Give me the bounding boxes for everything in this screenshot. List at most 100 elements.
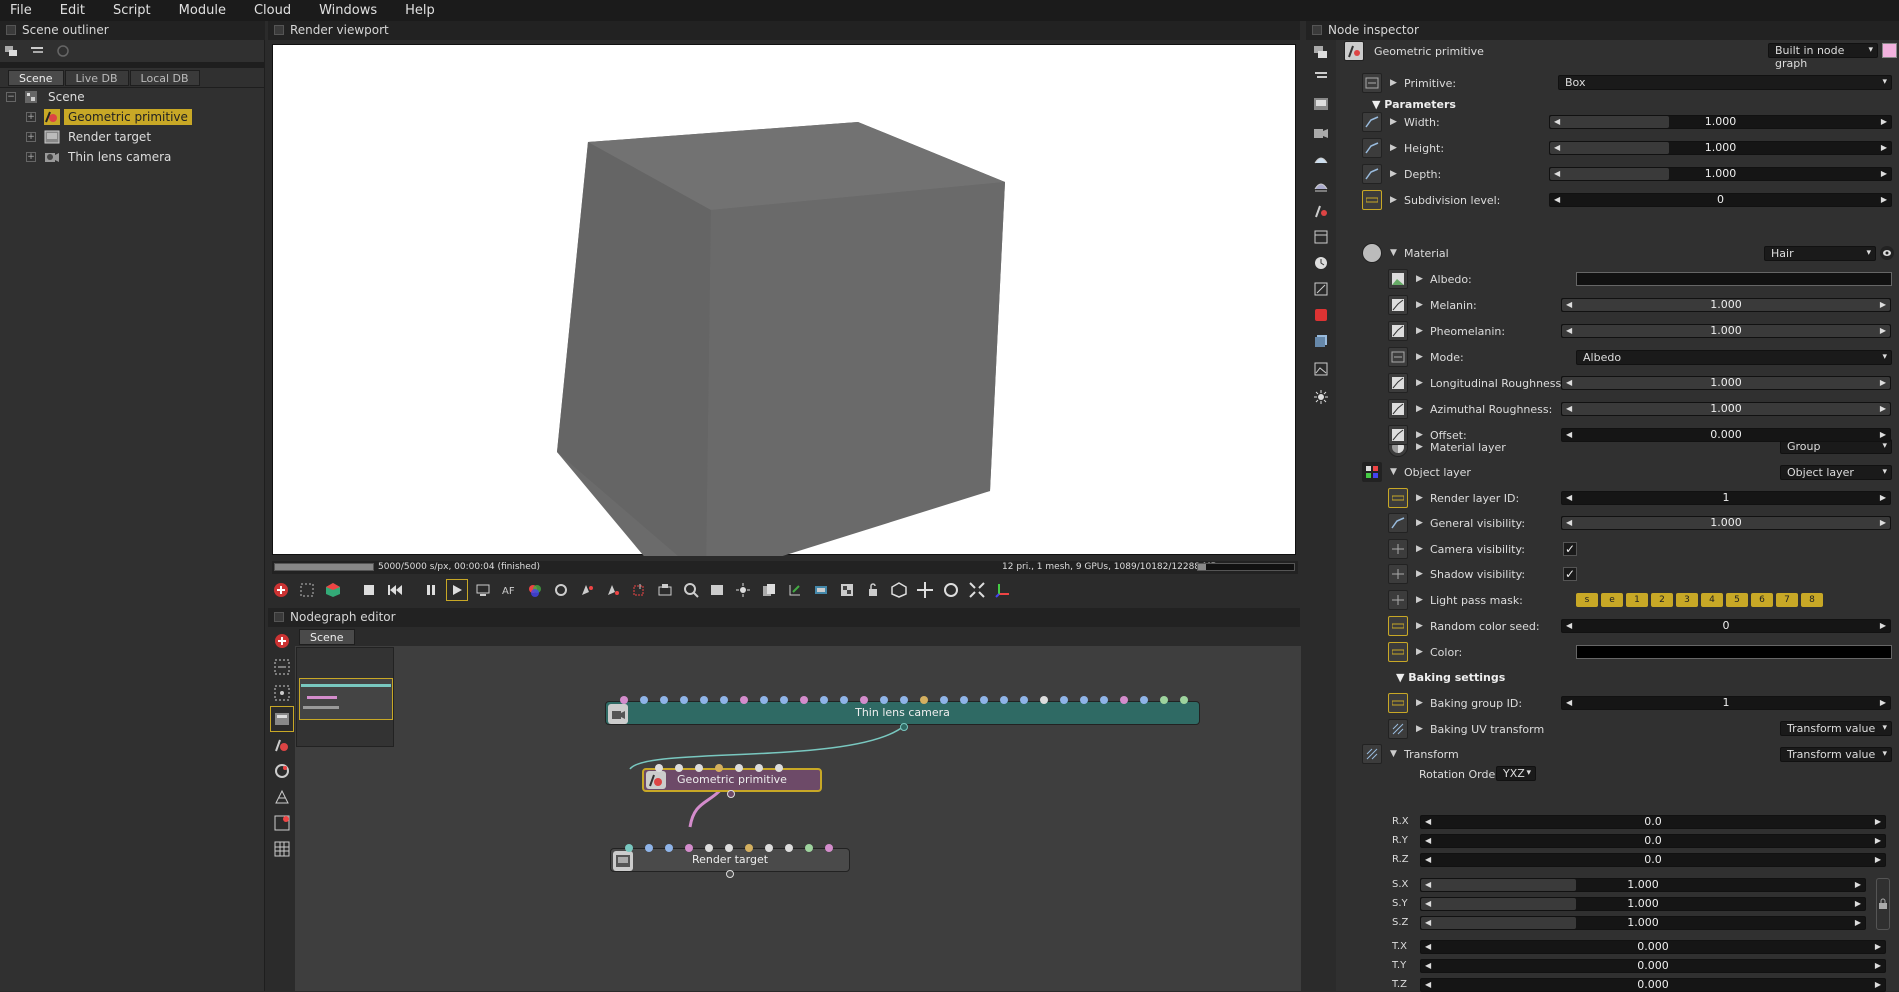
- pause-icon[interactable]: [420, 579, 442, 601]
- input-pin[interactable]: [640, 696, 648, 704]
- input-pin[interactable]: [920, 696, 928, 704]
- tab-live-db[interactable]: Live DB: [64, 70, 129, 86]
- region-render-icon[interactable]: [628, 579, 650, 601]
- input-pin[interactable]: [960, 696, 968, 704]
- zoom-region-icon[interactable]: [680, 579, 702, 601]
- general-visibility-slider[interactable]: ◀ 1.000 ▶: [1561, 516, 1891, 530]
- object-layer-select[interactable]: Object layer: [1780, 465, 1892, 480]
- param-slider[interactable]: ◀ 1.000 ▶: [1549, 141, 1892, 155]
- light-mask-toggle[interactable]: 7: [1776, 593, 1798, 607]
- input-pin[interactable]: [620, 696, 628, 704]
- input-pin[interactable]: [645, 844, 653, 852]
- input-pin[interactable]: [1060, 696, 1068, 704]
- input-pin[interactable]: [980, 696, 988, 704]
- restart-icon[interactable]: [384, 579, 406, 601]
- material-slider[interactable]: ◀ 1.000 ▶: [1561, 298, 1891, 312]
- input-pin[interactable]: [860, 696, 868, 704]
- grid-snap-icon[interactable]: [270, 654, 294, 680]
- geometry-icon[interactable]: [1306, 198, 1336, 224]
- camera-icon[interactable]: [1306, 120, 1336, 146]
- material-type-select[interactable]: Hair: [1764, 246, 1876, 261]
- expand-icon[interactable]: +: [26, 132, 36, 142]
- input-pin[interactable]: [1100, 696, 1108, 704]
- expand-arrow-icon[interactable]: ▶: [1416, 274, 1423, 284]
- light-picker-icon[interactable]: [732, 579, 754, 601]
- play-icon[interactable]: [446, 579, 468, 601]
- world-axis-icon[interactable]: [992, 579, 1014, 601]
- input-pin[interactable]: [1020, 696, 1028, 704]
- light-mask-toggle[interactable]: 1: [1626, 593, 1648, 607]
- expand-arrow-icon[interactable]: ▶: [1416, 430, 1423, 440]
- input-pin[interactable]: [785, 844, 793, 852]
- input-pin[interactable]: [755, 764, 763, 772]
- animation-icon[interactable]: [1306, 250, 1336, 276]
- param-slider[interactable]: ◀ 1.000 ▶: [1549, 167, 1892, 181]
- expand-arrow-icon[interactable]: ▶: [1416, 378, 1423, 388]
- film-region-icon[interactable]: [654, 579, 676, 601]
- tree-row-geometric-primitive[interactable]: + Geometric primitive: [26, 108, 192, 126]
- expand-arrow-icon[interactable]: ▶: [1390, 195, 1397, 205]
- expand-arrow-icon[interactable]: ▶: [1416, 544, 1423, 554]
- collapse-arrow-icon[interactable]: ▼: [1390, 467, 1397, 477]
- expand-icon[interactable]: +: [26, 152, 36, 162]
- baking-uv-transform-select[interactable]: Transform value: [1780, 721, 1892, 736]
- render-nodes-icon[interactable]: [270, 810, 294, 836]
- input-pin[interactable]: [625, 844, 633, 852]
- environment-icon[interactable]: [1306, 146, 1336, 172]
- table-nodes-icon[interactable]: [270, 836, 294, 862]
- mode-select[interactable]: Albedo: [1576, 350, 1892, 365]
- expand-arrow-icon[interactable]: ▶: [1416, 647, 1423, 657]
- rotation-order-select[interactable]: YXZ: [1496, 766, 1536, 781]
- node-geometric-primitive[interactable]: Geometric primitive: [642, 768, 822, 792]
- input-pin[interactable]: [825, 844, 833, 852]
- expand-arrow-icon[interactable]: ▶: [1416, 595, 1423, 605]
- transform-slider[interactable]: ◀ 0.000 ▶: [1420, 940, 1886, 954]
- render-layer-icon[interactable]: [1306, 302, 1336, 328]
- tab-scene[interactable]: Scene: [8, 70, 64, 86]
- output-pin[interactable]: [727, 790, 735, 798]
- menu-file[interactable]: File: [10, 3, 32, 18]
- copy-to-clipboard-icon[interactable]: [758, 579, 780, 601]
- input-pin[interactable]: [745, 844, 753, 852]
- input-pin[interactable]: [680, 696, 688, 704]
- expand-arrow-icon[interactable]: ▶: [1416, 300, 1423, 310]
- transform-select[interactable]: Transform value: [1780, 747, 1892, 762]
- material-slider[interactable]: ◀ 0.000 ▶: [1561, 428, 1891, 442]
- output-pin[interactable]: [900, 723, 908, 731]
- input-pin[interactable]: [665, 844, 673, 852]
- input-pin[interactable]: [805, 844, 813, 852]
- expand-arrow-icon[interactable]: ▶: [1416, 326, 1423, 336]
- tree-row-scene[interactable]: − Scene: [6, 88, 89, 106]
- panel-pin-icon[interactable]: [1312, 25, 1322, 35]
- expand-arrow-icon[interactable]: ▶: [1390, 143, 1397, 153]
- input-pin[interactable]: [820, 696, 828, 704]
- panel-pin-icon[interactable]: [274, 25, 284, 35]
- expand-arrow-icon[interactable]: ▶: [1416, 352, 1423, 362]
- expand-arrow-icon[interactable]: ▶: [1416, 569, 1423, 579]
- menu-help[interactable]: Help: [405, 3, 435, 18]
- rotate-icon[interactable]: [940, 579, 962, 601]
- input-pin[interactable]: [780, 696, 788, 704]
- light-mask-toggle[interactable]: s: [1576, 593, 1598, 607]
- material-slider[interactable]: ◀ 1.000 ▶: [1561, 376, 1891, 390]
- color-picker-icon[interactable]: [524, 579, 546, 601]
- node-thin-lens-camera[interactable]: Thin lens camera: [605, 701, 1200, 725]
- graph-mode-select[interactable]: Built in node graph: [1768, 43, 1878, 70]
- menu-cloud[interactable]: Cloud: [254, 3, 291, 18]
- eye-icon[interactable]: [1880, 246, 1894, 260]
- collapse-arrow-icon[interactable]: ▼: [1390, 248, 1397, 258]
- panel-pin-icon[interactable]: [6, 25, 16, 35]
- transform-slider[interactable]: ◀ 0.0 ▶: [1420, 853, 1886, 867]
- film-settings-icon[interactable]: [1306, 224, 1336, 250]
- material-slider[interactable]: ◀ 1.000 ▶: [1561, 324, 1891, 338]
- post-processing-icon[interactable]: [1306, 384, 1336, 410]
- input-pin[interactable]: [1120, 696, 1128, 704]
- denoise-icon[interactable]: [836, 579, 858, 601]
- transform-slider[interactable]: ◀ 0.000 ▶: [1420, 978, 1886, 992]
- focus-picker-icon[interactable]: [602, 579, 624, 601]
- input-pin[interactable]: [695, 764, 703, 772]
- menu-module[interactable]: Module: [179, 3, 226, 18]
- cube-color-icon[interactable]: [322, 579, 344, 601]
- parameters-section[interactable]: ▼ Parameters: [1372, 98, 1456, 111]
- input-pin[interactable]: [775, 764, 783, 772]
